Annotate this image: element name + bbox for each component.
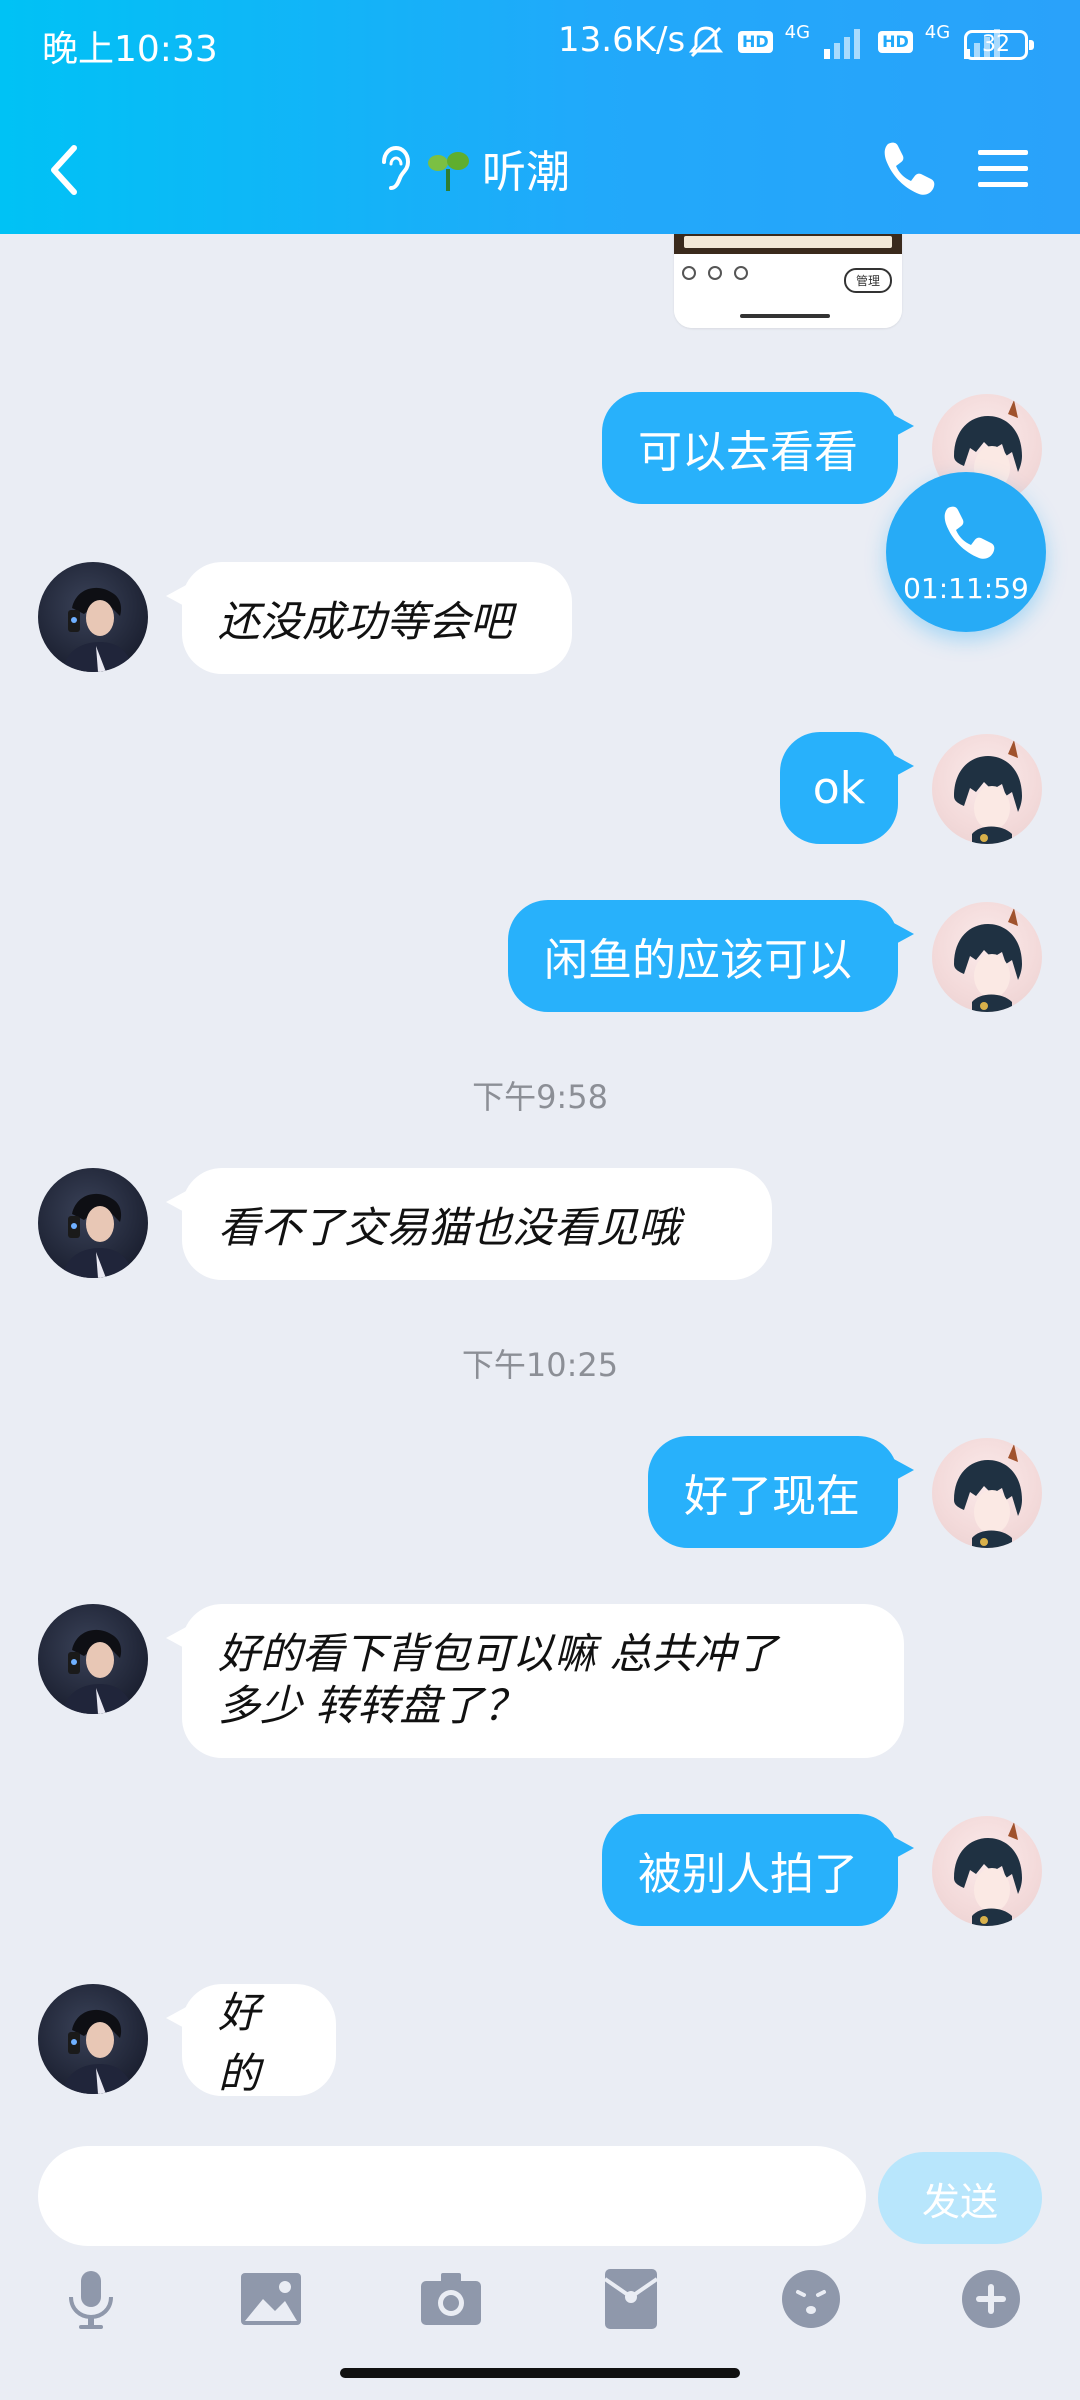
- message-bubble-incoming[interactable]: 看不了交易猫也没看见哦: [166, 1168, 772, 1280]
- phone-icon: [944, 506, 995, 559]
- composer: 发送: [0, 2144, 1080, 2400]
- home-indicator[interactable]: [340, 2368, 740, 2378]
- message-text-line: 好的看下背包可以嘛 总共冲了: [218, 1629, 778, 1678]
- shared-image-message[interactable]: 管理: [674, 234, 902, 328]
- image-content: [674, 234, 902, 254]
- camera-icon[interactable]: [416, 2264, 486, 2334]
- red-packet-icon[interactable]: [596, 2264, 666, 2334]
- menu-icon[interactable]: [976, 138, 1030, 198]
- chat-header: 晚上10:33 13.6K/s HD 4G HD 4G 32 听潮: [0, 0, 1080, 234]
- sprout-icon: [428, 152, 469, 191]
- image-dot-icon: [734, 266, 748, 280]
- message-text: 好的: [218, 1988, 261, 2098]
- contact-avatar[interactable]: [38, 1984, 148, 2094]
- message-timestamp: 下午10:25: [461, 1346, 619, 1384]
- contact-avatar[interactable]: [38, 562, 148, 672]
- status-icons: HD 4G HD 4G: [686, 22, 1006, 62]
- my-avatar[interactable]: [932, 902, 1042, 1012]
- chat-area[interactable]: 管理 可以去看看 01:11:59 还没成功等会吧 ok 闲鱼的应该可以 下午9…: [0, 234, 1080, 2144]
- avatar-image: [954, 908, 1022, 1012]
- network-speed: 13.6K/s: [558, 20, 686, 60]
- signal-4g-label: 4G: [784, 22, 811, 43]
- message-bubble-incoming[interactable]: 好的看下背包可以嘛 总共冲了 多少 转转盘了？: [166, 1604, 904, 1758]
- image-row: [684, 236, 892, 248]
- message-text: ok: [812, 762, 866, 814]
- message-input[interactable]: [38, 2146, 866, 2246]
- mute-icon: [688, 26, 724, 58]
- message-bubble-outgoing[interactable]: ok: [780, 732, 914, 844]
- hd-badge: HD: [878, 31, 913, 53]
- avatar-image: [954, 1444, 1022, 1548]
- message-text: 闲鱼的应该可以: [544, 935, 852, 986]
- plus-icon[interactable]: [956, 2264, 1026, 2334]
- ear-icon: [382, 145, 411, 190]
- avatar-image: [62, 1629, 134, 1714]
- image-dot-icon: [682, 266, 696, 280]
- battery-icon: 32: [964, 30, 1034, 60]
- message-bubble-outgoing[interactable]: 可以去看看: [602, 392, 914, 504]
- my-avatar[interactable]: [932, 734, 1042, 844]
- contact-name: 听潮: [482, 147, 570, 198]
- emoji-icon[interactable]: [776, 2264, 846, 2334]
- avatar-image: [954, 1822, 1022, 1926]
- image-bar: [740, 314, 830, 318]
- message-bubble-incoming[interactable]: 还没成功等会吧: [166, 562, 572, 674]
- nav-bar: 听潮: [0, 120, 1080, 220]
- call-float-button[interactable]: 01:11:59: [886, 472, 1046, 632]
- image-icon[interactable]: [236, 2264, 306, 2334]
- my-avatar[interactable]: [932, 1438, 1042, 1548]
- avatar-image: [954, 740, 1022, 844]
- avatar-image: [62, 1193, 134, 1278]
- back-arrow-icon[interactable]: [40, 138, 100, 202]
- message-text: 还没成功等会吧: [218, 596, 513, 646]
- phone-icon[interactable]: [876, 136, 936, 200]
- contact-title[interactable]: 听潮: [374, 136, 570, 200]
- avatar-image: [62, 2009, 134, 2094]
- image-dot-icon: [708, 266, 722, 280]
- microphone-icon[interactable]: [56, 2264, 126, 2334]
- status-time: 晚上10:33: [42, 29, 218, 70]
- my-avatar[interactable]: [932, 1816, 1042, 1926]
- signal-icon: [824, 29, 861, 59]
- status-bar: 晚上10:33 13.6K/s HD 4G HD 4G 32: [0, 0, 1080, 90]
- message-text: 可以去看看: [638, 427, 858, 478]
- message-timestamp: 下午9:58: [472, 1078, 608, 1116]
- send-button[interactable]: 发送: [878, 2152, 1042, 2244]
- image-manage-label: 管理: [843, 268, 892, 293]
- message-text-line: 多少 转转盘了？: [218, 1681, 526, 1730]
- contact-avatar[interactable]: [38, 1168, 148, 1278]
- call-duration: 01:11:59: [903, 571, 1029, 605]
- message-bubble-incoming[interactable]: 好的: [166, 1984, 336, 2098]
- contact-avatar[interactable]: [38, 1604, 148, 1714]
- message-bubble-outgoing[interactable]: 闲鱼的应该可以: [508, 900, 914, 1012]
- composer-toolbar: [0, 2264, 1080, 2344]
- signal-4g-label: 4G: [924, 22, 951, 43]
- message-text: 被别人拍了: [638, 1849, 858, 1900]
- avatar-image: [62, 587, 134, 672]
- image-toolbar: 管理: [674, 254, 902, 328]
- message-text: 看不了交易猫也没看见哦: [218, 1202, 681, 1252]
- message-bubble-outgoing[interactable]: 被别人拍了: [602, 1814, 914, 1926]
- hd-badge: HD: [738, 31, 773, 53]
- message-bubble-outgoing[interactable]: 好了现在: [648, 1436, 914, 1548]
- message-text: 好了现在: [684, 1471, 860, 1522]
